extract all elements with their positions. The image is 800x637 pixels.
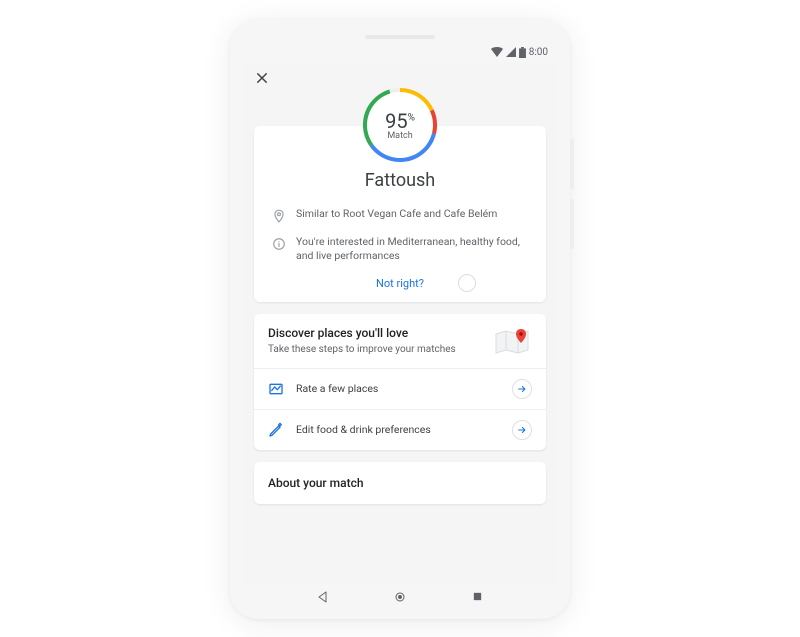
status-bar: 8:00 [244,45,556,62]
pencil-icon [268,422,284,438]
nav-back-icon[interactable] [317,591,329,603]
phone-speaker [365,35,435,39]
nav-home-icon[interactable] [394,591,406,603]
about-match-card: About your match [254,462,546,504]
place-title: Fattoush [254,170,546,191]
pin-outline-icon [272,209,286,223]
rate-icon [268,381,284,397]
about-match-title: About your match [268,476,532,490]
action-rate-places[interactable]: Rate a few places [254,369,546,410]
not-right-link[interactable]: Not right? [376,277,424,290]
android-nav-bar [244,583,556,611]
status-time: 8:00 [529,47,548,58]
reason-interest-text: You're interested in Mediterranean, heal… [296,235,528,263]
reason-interest: You're interested in Mediterranean, heal… [254,231,546,267]
action-rate-arrow[interactable] [512,379,532,399]
action-edit-arrow[interactable] [512,420,532,440]
arrow-right-icon [517,425,527,435]
reason-similar-text: Similar to Root Vegan Cafe and Cafe Belé… [296,207,497,221]
close-button[interactable] [252,68,272,88]
screen-content: 95% Match Fattoush Similar to Root Vegan… [244,62,556,583]
info-icon [272,237,286,251]
nav-recent-icon[interactable] [472,591,483,602]
wifi-icon [491,47,503,57]
volume-down-button [570,199,574,249]
discover-subtitle: Take these steps to improve your matches [268,343,484,356]
not-right-indicator[interactable] [458,274,476,292]
match-label: Match [387,131,412,141]
discover-header: Discover places you'll love Take these s… [254,314,546,369]
reason-similar: Similar to Root Vegan Cafe and Cafe Belé… [254,203,546,231]
arrow-right-icon [517,384,527,394]
action-edit-label: Edit food & drink preferences [296,423,500,436]
battery-icon [519,47,526,58]
action-edit-preferences[interactable]: Edit food & drink preferences [254,410,546,450]
discover-title: Discover places you'll love [268,326,484,340]
match-percent: 95% [385,109,415,133]
match-ring: 95% Match [244,86,556,164]
cell-signal-icon [506,47,516,57]
close-icon [255,71,269,85]
discover-card: Discover places you'll love Take these s… [254,314,546,450]
map-pin-illustration [494,326,532,356]
volume-up-button [570,139,574,189]
phone-frame: 8:00 95% Match [230,19,570,619]
action-rate-label: Rate a few places [296,382,500,395]
